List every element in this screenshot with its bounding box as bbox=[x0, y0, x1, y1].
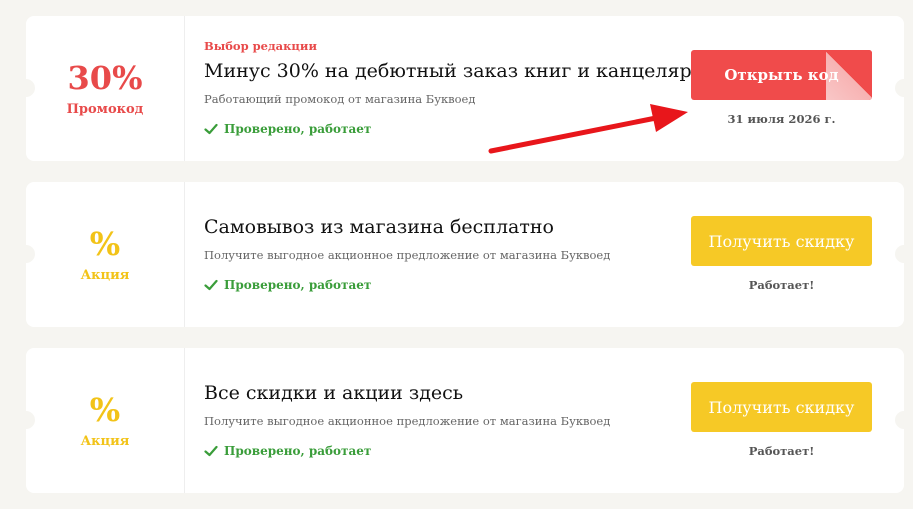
coupon-info: Все скидки и акции здесь Получите выгодн… bbox=[204, 348, 674, 493]
discount-value: 30% bbox=[67, 59, 143, 97]
get-discount-button[interactable]: Получить скидку bbox=[691, 382, 872, 432]
coupon-action: Получить скидку Работает! bbox=[691, 348, 873, 493]
coupon-action: Получить скидку Работает! bbox=[691, 182, 873, 327]
check-icon bbox=[204, 123, 218, 135]
coupon-title: Самовывоз из магазина бесплатно bbox=[204, 216, 554, 238]
coupon-description: Получите выгодное акционное предложение … bbox=[204, 248, 611, 262]
verified-label: Проверено, работает bbox=[224, 444, 372, 458]
open-code-button-label: Открыть код bbox=[724, 66, 839, 84]
open-code-button[interactable]: Открыть код bbox=[691, 50, 872, 100]
verified-label: Проверено, работает bbox=[224, 278, 372, 292]
coupon-card-promo: 30% Промокод Выбор редакции Минус 30% на… bbox=[26, 16, 904, 161]
editor-choice-label: Выбор редакции bbox=[204, 39, 317, 53]
coupon-description: Работающий промокод от магазина Буквоед bbox=[204, 92, 476, 106]
coupon-title: Все скидки и акции здесь bbox=[204, 382, 464, 404]
verified-status: Проверено, работает bbox=[204, 278, 371, 292]
get-discount-button-label: Получить скидку bbox=[708, 397, 855, 417]
coupon-action: Открыть код 31 июля 2026 г. bbox=[691, 16, 873, 161]
coupon-type-label: Промокод bbox=[66, 102, 144, 117]
coupon-info: Самовывоз из магазина бесплатно Получите… bbox=[204, 182, 674, 327]
coupon-info: Выбор редакции Минус 30% на дебютный зак… bbox=[204, 16, 717, 161]
coupon-card-action: % Акция Все скидки и акции здесь Получит… bbox=[26, 348, 904, 493]
card-notch-right bbox=[895, 245, 904, 263]
get-discount-button[interactable]: Получить скидку bbox=[691, 216, 872, 266]
status-text: Работает! bbox=[748, 444, 815, 458]
coupon-type-label: Акция bbox=[80, 268, 130, 283]
coupon-description: Получите выгодное акционное предложение … bbox=[204, 414, 611, 428]
status-text: Работает! bbox=[748, 278, 815, 292]
coupon-discount-block: % Акция bbox=[26, 348, 185, 493]
get-discount-button-label: Получить скидку bbox=[708, 231, 855, 251]
check-icon bbox=[204, 279, 218, 291]
verified-status: Проверено, работает bbox=[204, 122, 371, 136]
verified-status: Проверено, работает bbox=[204, 444, 371, 458]
card-notch-right bbox=[895, 411, 904, 429]
coupon-card-action: % Акция Самовывоз из магазина бесплатно … bbox=[26, 182, 904, 327]
coupon-title: Минус 30% на дебютный заказ книг и канце… bbox=[204, 60, 717, 82]
verified-label: Проверено, работает bbox=[224, 122, 372, 136]
discount-value: % bbox=[89, 391, 121, 429]
card-notch-right bbox=[895, 79, 904, 97]
coupon-discount-block: % Акция bbox=[26, 182, 185, 327]
coupon-discount-block: 30% Промокод bbox=[26, 16, 185, 161]
check-icon bbox=[204, 445, 218, 457]
expiry-date: 31 июля 2026 г. bbox=[727, 112, 836, 126]
discount-value: % bbox=[89, 225, 121, 263]
coupon-type-label: Акция bbox=[80, 434, 130, 449]
